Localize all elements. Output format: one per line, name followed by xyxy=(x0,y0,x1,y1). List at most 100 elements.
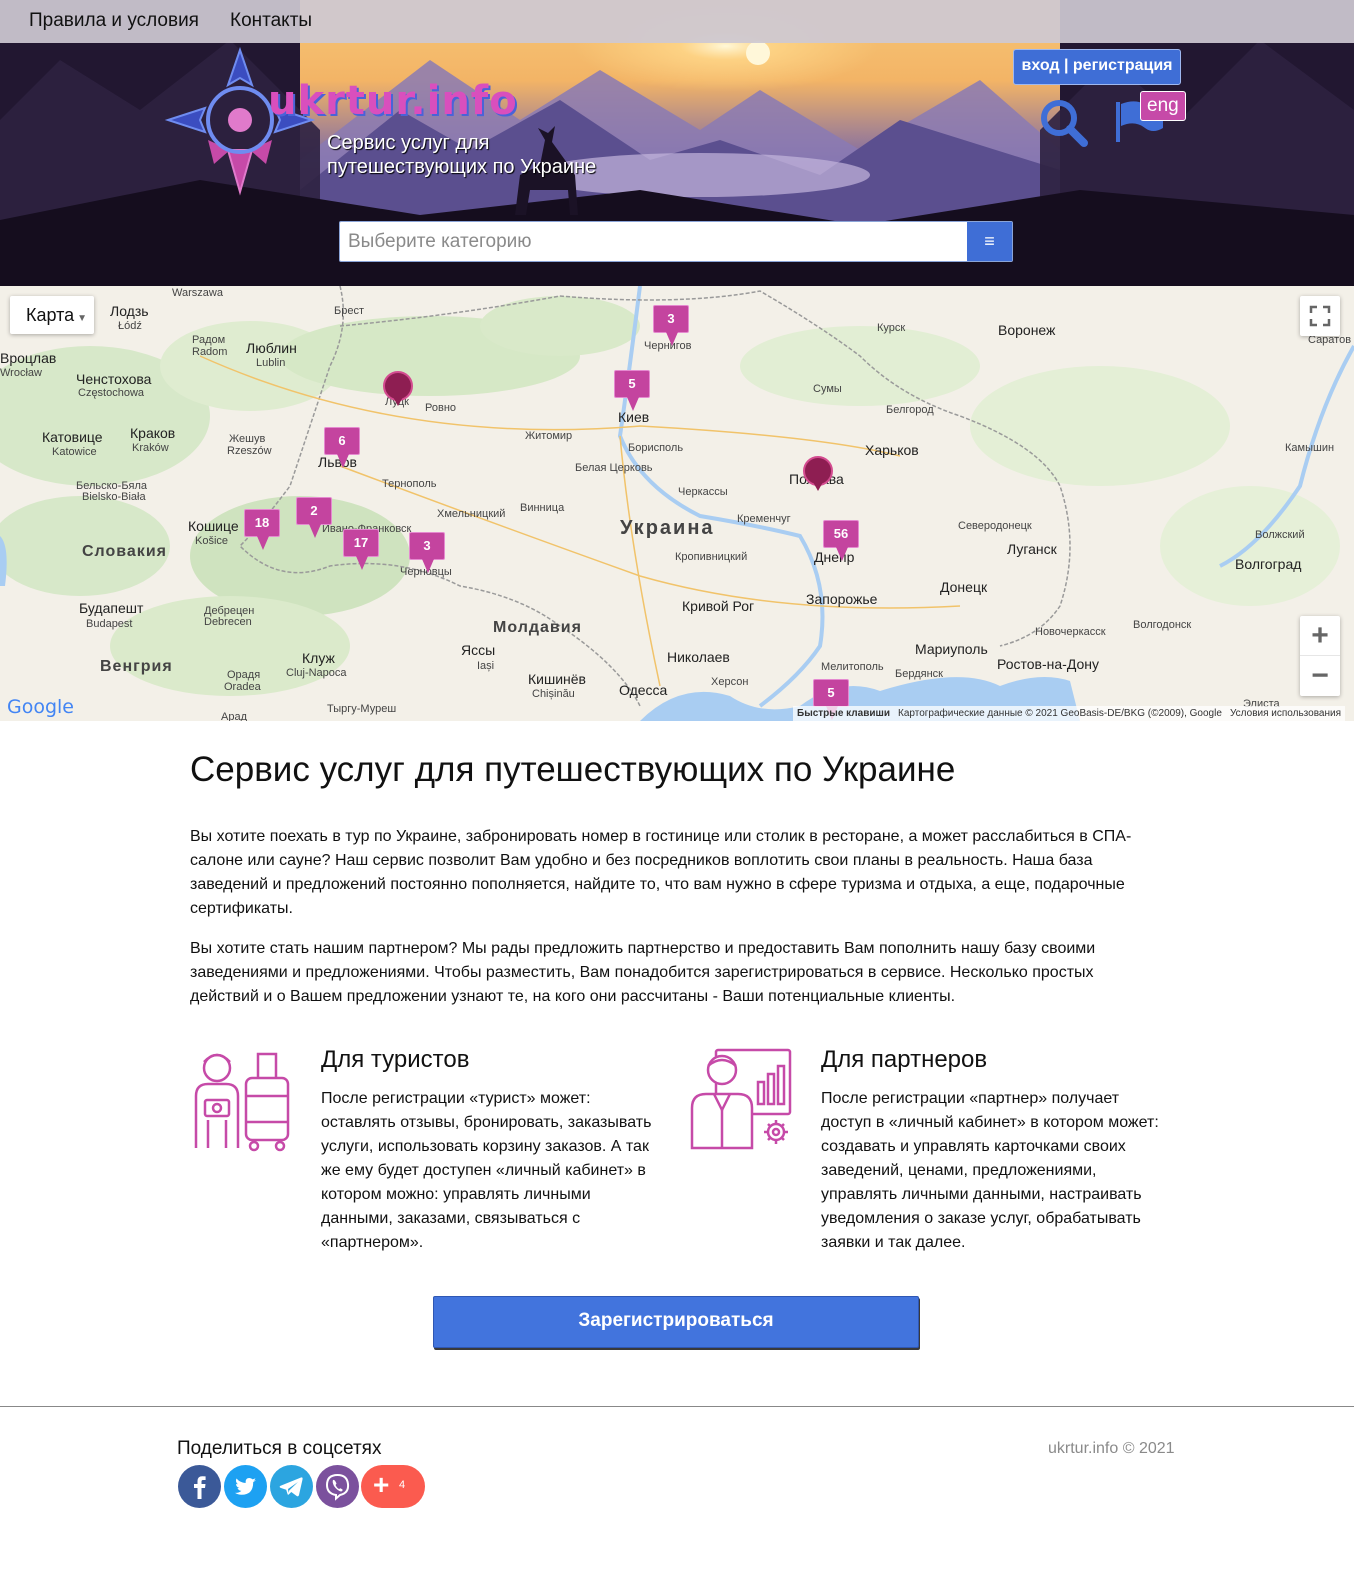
facebook-share-button[interactable] xyxy=(178,1465,221,1508)
fullscreen-icon xyxy=(1309,305,1331,327)
map-city-label: Яссы xyxy=(461,642,496,658)
map-city-label: Люблин xyxy=(246,340,297,356)
map-cluster-marker[interactable]: 2 xyxy=(296,497,332,538)
nav-terms-link[interactable]: Правила и условия xyxy=(29,10,199,32)
map-city-label: Курск xyxy=(877,322,906,334)
map-city-label: Хмельницкий xyxy=(437,508,506,520)
copyright: ukrtur.info © 2021 xyxy=(1048,1440,1175,1457)
google-logo: Google xyxy=(7,696,74,718)
twitter-share-button[interactable] xyxy=(224,1465,267,1508)
map-cluster-marker[interactable]: 3 xyxy=(409,532,445,573)
register-button[interactable]: Зарегистрироваться xyxy=(433,1296,919,1348)
map-city-label: Харьков xyxy=(865,442,919,458)
map-country-label: Молдавия xyxy=(493,619,582,636)
map-cluster-marker[interactable]: 5 xyxy=(813,679,849,720)
map-city-label: Warszawa xyxy=(172,287,223,299)
map-city-label: Ростов-на-Дону xyxy=(997,656,1099,672)
map-city-label: Мелитополь xyxy=(821,661,884,673)
map-city-label: Черкассы xyxy=(678,486,728,498)
viber-share-button[interactable] xyxy=(316,1465,359,1508)
partner-paragraph: Вы хотите стать нашим партнером? Мы рады… xyxy=(190,940,1096,1005)
map-city-label: Кишинёв xyxy=(528,671,586,687)
zoom-out-button[interactable]: − xyxy=(1300,656,1340,696)
map-cluster-marker[interactable]: 5 xyxy=(614,370,650,411)
zoom-control: + − xyxy=(1300,616,1340,696)
map-city-label: Кременчуг xyxy=(737,513,791,525)
map-city-label: Днепр xyxy=(814,549,855,565)
map-city-label: Częstochowa xyxy=(78,387,145,399)
telegram-share-button[interactable] xyxy=(270,1465,313,1508)
map-city-label: Луганск xyxy=(1007,541,1057,557)
map-city-label: Wrocław xyxy=(0,367,42,379)
map-city-label: Тыргу-Муреш xyxy=(327,703,397,715)
map-type-dropdown[interactable]: Карта ▼ xyxy=(10,296,94,334)
map-type-label: Карта xyxy=(26,305,75,325)
map-terms-link[interactable]: Условия использования xyxy=(1226,706,1345,721)
tourist-icon xyxy=(194,1052,290,1152)
login-register-button[interactable]: вход | регистрация xyxy=(1013,49,1181,85)
map-city-label: Бердянск xyxy=(895,668,943,680)
map-city-label: Iași xyxy=(477,660,495,672)
map-city-label: Košice xyxy=(195,535,229,547)
map-cluster-marker[interactable]: 17 xyxy=(343,529,379,570)
map-city-label: Katowice xyxy=(52,446,97,458)
map-city-label: Камышин xyxy=(1285,442,1335,454)
telegram-icon xyxy=(279,1477,303,1497)
map-city-label: Борисполь xyxy=(628,442,684,454)
map-city-label: Oradea xyxy=(224,681,261,693)
map-city-label: Киев xyxy=(618,409,650,425)
map-city-label: Белая Церковь xyxy=(575,462,653,474)
map-city-label: Будапешт xyxy=(79,600,144,616)
map-view[interactable]: Украина Словакия Венгрия Молдавия Warsza… xyxy=(0,286,1354,721)
hotel-marker-icon[interactable] xyxy=(383,371,413,406)
map-city-label: Белгород xyxy=(886,404,934,416)
map-shortcuts-link[interactable]: Быстрые клавиши xyxy=(793,706,894,721)
logo-text[interactable]: ukrtur.info xyxy=(268,78,518,124)
more-share-button[interactable]: + 4 xyxy=(361,1465,425,1508)
map-city-label: Chișinău xyxy=(532,688,575,700)
map-city-label: Ровно xyxy=(425,402,457,414)
activity-marker-icon[interactable] xyxy=(803,456,833,491)
map-cluster-marker[interactable]: 6 xyxy=(324,427,360,468)
map-city-label: Воронеж xyxy=(998,322,1056,338)
page-title: Сервис услуг для путешествующих по Украи… xyxy=(190,750,956,789)
map-city-label: Винница xyxy=(520,502,565,514)
language-switch[interactable]: eng xyxy=(1140,91,1186,121)
map-city-label: Донецк xyxy=(940,579,988,595)
map-city-label: Николаев xyxy=(667,649,730,665)
category-select[interactable]: ≡ xyxy=(339,221,1013,262)
nav-contacts-link[interactable]: Контакты xyxy=(230,10,312,32)
map-city-label: Запорожье xyxy=(806,591,878,607)
map-cluster-marker[interactable]: 18 xyxy=(244,509,280,550)
map-city-label: Брест xyxy=(334,305,364,317)
map-city-label: Кривой Рог xyxy=(682,598,755,614)
map-city-label: Кошице xyxy=(188,518,239,534)
top-nav: Правила и условия Контакты xyxy=(0,0,1354,43)
map-city-label: Катовице xyxy=(42,429,103,445)
footer-divider xyxy=(0,1406,1354,1407)
map-cluster-marker[interactable]: 56 xyxy=(823,520,859,561)
map-city-label: Łódź xyxy=(118,320,142,332)
map-city-label: Сумы xyxy=(813,383,842,395)
map-city-label: Волгодонск xyxy=(1133,619,1192,631)
share-title: Поделиться в соцсетях xyxy=(177,1438,382,1459)
map-city-label: Одесса xyxy=(619,682,668,698)
map-cluster-marker[interactable]: 3 xyxy=(653,305,689,346)
map-city-label: Арад xyxy=(221,711,247,721)
tourists-text: После регистрации «турист» может: оставл… xyxy=(321,1090,652,1251)
map-city-label: Мариуполь xyxy=(915,641,988,657)
partner-icon xyxy=(690,1048,792,1150)
fullscreen-button[interactable] xyxy=(1300,296,1340,336)
map-city-label: Житомир xyxy=(525,430,573,442)
zoom-in-button[interactable]: + xyxy=(1300,616,1340,656)
map-city-label: Краков xyxy=(130,425,176,441)
map-city-label: Kraków xyxy=(132,442,169,454)
map-city-label: Radom xyxy=(192,346,228,358)
map-city-label: Волжский xyxy=(1255,529,1305,541)
menu-icon[interactable]: ≡ xyxy=(967,222,1012,261)
search-icon[interactable] xyxy=(1039,98,1089,148)
map-city-label: Волгоград xyxy=(1235,556,1302,572)
partners-title: Для партнеров xyxy=(821,1046,988,1073)
map-city-label: Кропивницкий xyxy=(675,551,748,563)
category-search-input[interactable] xyxy=(340,222,966,261)
